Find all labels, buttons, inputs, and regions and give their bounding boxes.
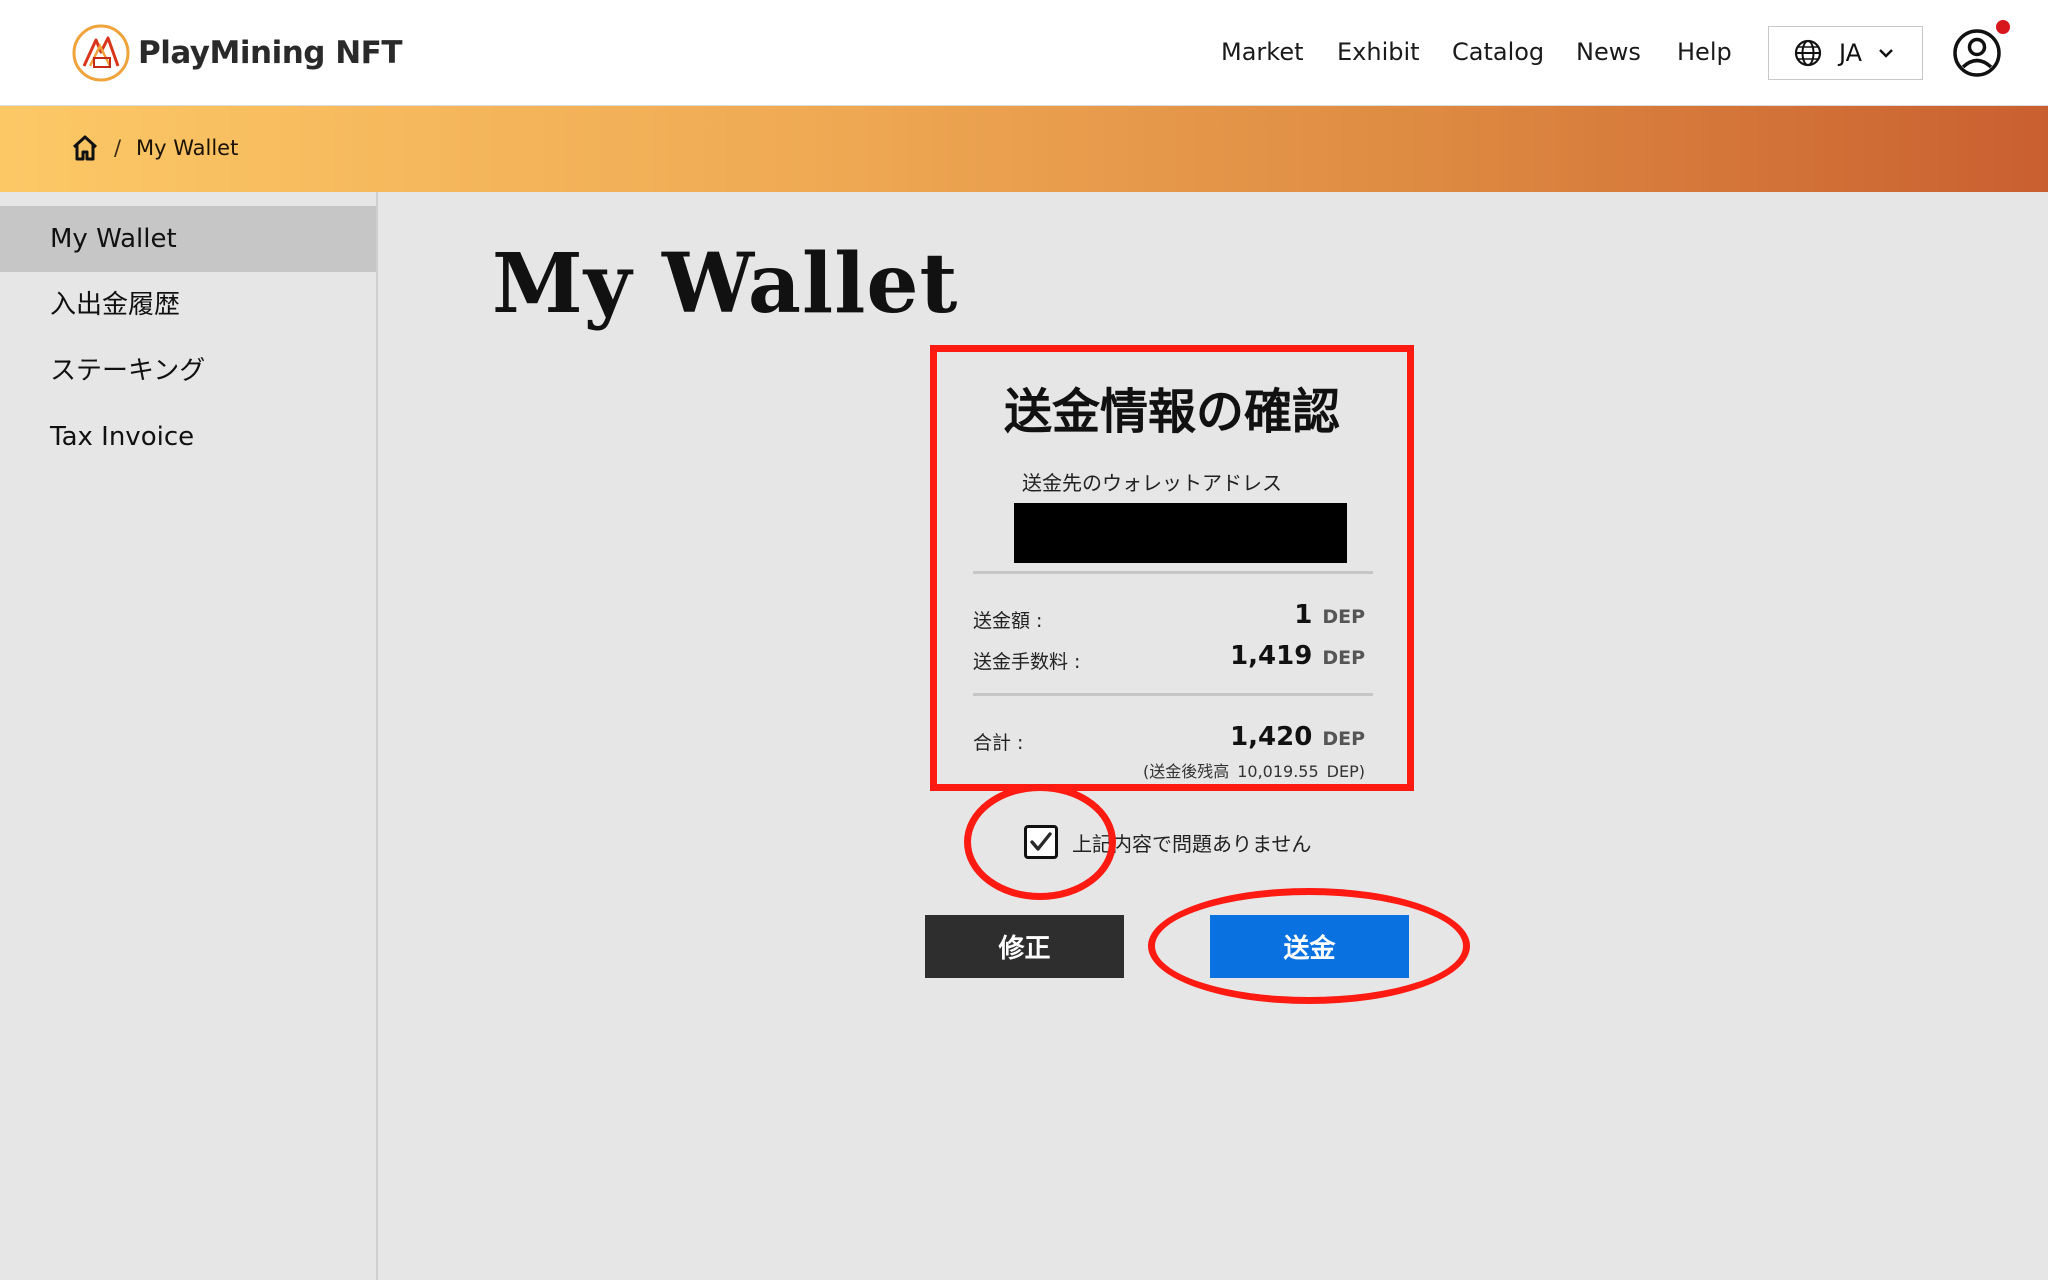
balance-after-transfer: (送金後残高 10,019.55 DEP): [1135, 758, 1365, 782]
agree-label[interactable]: 上記内容で問題ありません: [1072, 828, 1311, 857]
divider: [973, 693, 1373, 696]
language-label: JA: [1839, 39, 1863, 67]
language-selector[interactable]: JA: [1768, 26, 1923, 80]
breadcrumb-separator: /: [114, 136, 122, 160]
total-label: 合計 :: [973, 732, 1024, 754]
amount-value: 1 DEP: [1294, 600, 1365, 630]
total-unit: DEP: [1322, 728, 1365, 750]
checkmark-icon: [1030, 832, 1052, 851]
sidebar-item-my-wallet[interactable]: My Wallet: [0, 206, 376, 272]
amount-label: 送金額 :: [973, 610, 1043, 632]
breadcrumb: / My Wallet: [0, 106, 2048, 192]
nav-exhibit[interactable]: Exhibit: [1337, 38, 1420, 66]
nav-catalog[interactable]: Catalog: [1452, 38, 1544, 66]
wallet-address-label: 送金先のウォレットアドレス: [1022, 471, 1282, 495]
fee-label: 送金手数料 :: [973, 651, 1081, 673]
agreement-row: 上記内容で問題ありません: [1024, 825, 1311, 859]
balance-value: 10,019.55: [1237, 762, 1319, 781]
sidebar-item-tax-invoice[interactable]: Tax Invoice: [0, 404, 376, 470]
account-icon[interactable]: [1952, 28, 2002, 78]
fee-value: 1,419 DEP: [1230, 641, 1365, 671]
nav-help[interactable]: Help: [1677, 38, 1732, 66]
chevron-down-icon: [1879, 49, 1893, 58]
brand-logo-text: PlayMining NFT: [138, 35, 403, 71]
agree-checkbox[interactable]: [1024, 825, 1058, 859]
nav-market[interactable]: Market: [1221, 38, 1304, 66]
send-button[interactable]: 送金: [1210, 915, 1409, 978]
sidebar-item-staking[interactable]: ステーキング: [0, 338, 376, 404]
balance-suffix: DEP): [1326, 762, 1365, 781]
balance-prefix: (送金後残高: [1142, 762, 1230, 781]
amount-number: 1: [1294, 600, 1313, 630]
home-icon[interactable]: [70, 133, 100, 163]
sidebar: My Wallet 入出金履歴 ステーキング Tax Invoice: [0, 192, 378, 1280]
total-value: 1,420 DEP: [1230, 722, 1365, 752]
divider: [973, 571, 1373, 574]
breadcrumb-current: My Wallet: [136, 136, 239, 160]
page-title: My Wallet: [492, 236, 959, 332]
fee-unit: DEP: [1322, 647, 1365, 669]
globe-icon: [1794, 39, 1822, 67]
wallet-address-redacted: [1014, 503, 1347, 563]
fee-number: 1,419: [1230, 641, 1313, 671]
brand-logo[interactable]: PlayMining NFT: [70, 22, 403, 84]
total-number: 1,420: [1230, 722, 1313, 752]
top-header: PlayMining NFT Market Exhibit Catalog Ne…: [0, 0, 2048, 106]
transfer-confirmation-panel: 送金情報の確認 送金先のウォレットアドレス 送金額 : 1 DEP 送金手数料 :…: [930, 345, 1414, 791]
notification-dot: [1996, 20, 2010, 34]
edit-button[interactable]: 修正: [925, 915, 1124, 978]
sidebar-item-history[interactable]: 入出金履歴: [0, 272, 376, 338]
confirmation-title: 送金情報の確認: [1003, 384, 1340, 440]
playmining-logo-icon: [72, 24, 130, 82]
amount-unit: DEP: [1322, 606, 1365, 628]
nav-news[interactable]: News: [1576, 38, 1641, 66]
